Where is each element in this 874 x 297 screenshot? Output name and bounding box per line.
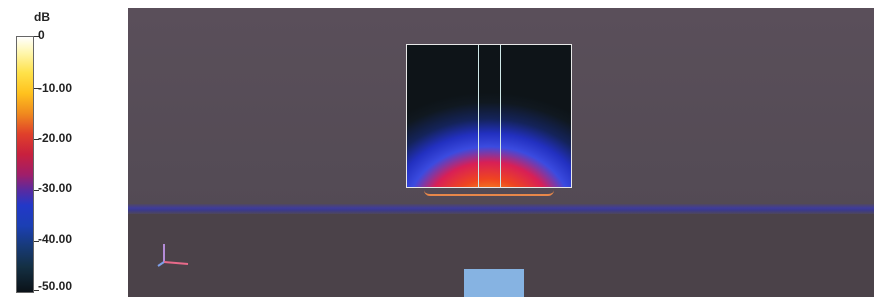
ground-plane-line <box>128 204 874 214</box>
legend-label-0: 0 <box>38 28 45 42</box>
legend-color-bar <box>16 36 34 293</box>
legend-label-10: -10.00 <box>38 81 73 95</box>
legend-label-20: -20.00 <box>38 131 73 145</box>
color-scale-legend: dB 0 -10.00 -20.00 -30.00 -40.00 -50.00 <box>0 0 120 297</box>
legend-label-40: -40.00 <box>38 232 73 246</box>
object-block[interactable] <box>464 269 524 297</box>
field-intensity-plot[interactable] <box>406 44 572 188</box>
field-divider-right <box>500 45 501 187</box>
coordinate-axes-icon <box>157 244 189 267</box>
simulation-viewport[interactable] <box>128 8 874 297</box>
legend-label-30: -30.00 <box>38 181 73 195</box>
legend-unit-label: dB <box>34 10 50 24</box>
field-divider-left <box>478 45 479 187</box>
legend-label-50: -50.00 <box>38 279 73 293</box>
source-base-outline <box>424 186 554 196</box>
